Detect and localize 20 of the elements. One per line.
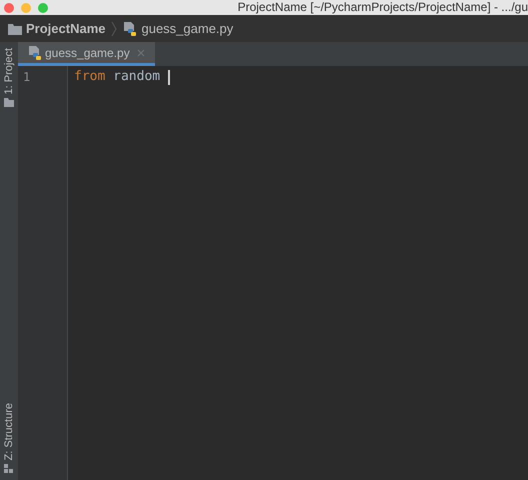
tool-window-button[interactable]: 1: Project bbox=[0, 48, 18, 94]
tool-window-button[interactable]: Z: Structure bbox=[0, 402, 18, 460]
code-keyword: from bbox=[74, 68, 106, 86]
folder-icon bbox=[8, 22, 22, 34]
tab-label: guess_game.py bbox=[45, 44, 130, 62]
chevron-icon bbox=[111, 20, 118, 36]
close-window-button[interactable] bbox=[4, 2, 14, 12]
structure-icon bbox=[4, 464, 14, 474]
maximize-window-button[interactable] bbox=[38, 2, 48, 12]
close-icon[interactable] bbox=[136, 48, 145, 56]
python-file-icon bbox=[123, 20, 138, 36]
line-number: 1 bbox=[23, 69, 30, 86]
editor-tab[interactable]: guess_game.py bbox=[18, 42, 155, 66]
minimize-window-button[interactable] bbox=[21, 2, 31, 12]
code-text: random bbox=[112, 68, 162, 86]
breadcrumb-item[interactable]: guess_game.py bbox=[141, 18, 234, 38]
folder-icon bbox=[4, 98, 14, 108]
python-file-icon bbox=[28, 44, 42, 60]
window-title: ProjectName [~/PycharmProjects/ProjectName] - .../gu bbox=[238, 0, 528, 15]
breadcrumb-item[interactable]: ProjectName bbox=[26, 18, 106, 38]
